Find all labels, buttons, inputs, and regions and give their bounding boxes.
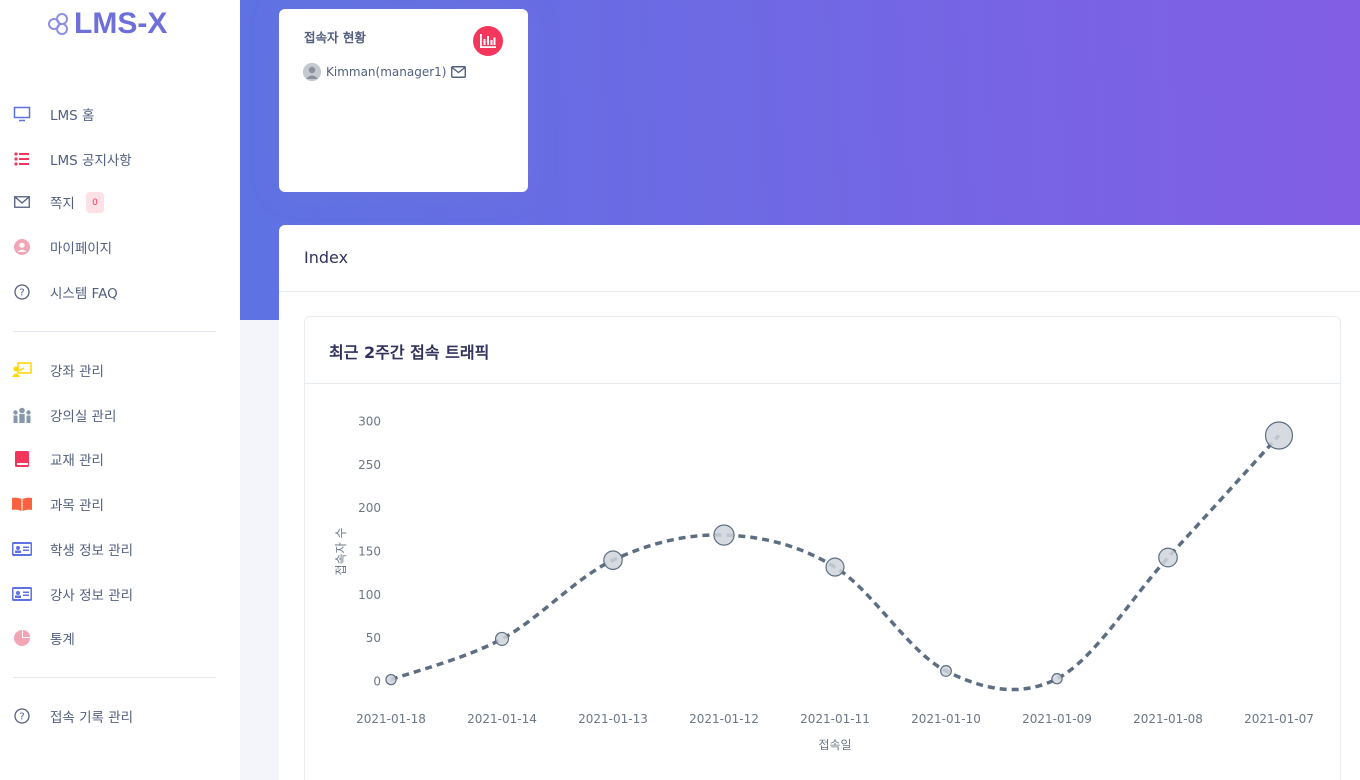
y-tick-label: 200 — [358, 501, 381, 515]
id-card-icon — [12, 584, 32, 604]
x-tick-label: 2021-01-18 — [356, 712, 426, 726]
data-point — [1158, 547, 1178, 568]
sidebar-item-label: 통계 — [50, 632, 75, 648]
x-axis-title: 접속일 — [818, 738, 851, 752]
data-point — [1051, 673, 1063, 685]
x-tick-label: 2021-01-13 — [578, 712, 648, 726]
x-tick-label: 2021-01-10 — [911, 712, 981, 726]
sidebar-item-student-info-management[interactable]: 학생 정보 관리 — [0, 531, 240, 567]
y-tick-label: 300 — [358, 415, 381, 429]
traffic-chart-card: 최근 2주간 접속 트래픽 0 50 100 150 200 250 300 2021-01-… — [304, 316, 1341, 780]
brand-name: LMS-X — [74, 7, 168, 40]
visitor-card-title: 접속자 현황 — [304, 30, 366, 45]
data-point — [603, 550, 623, 570]
visitor-user-row: Kimman(manager1) — [303, 63, 467, 81]
people-group-icon — [12, 405, 32, 425]
chart-card-header: 최근 2주간 접속 트래픽 — [305, 317, 1340, 384]
sidebar-item-label: 교재 관리 — [50, 453, 104, 469]
sidebar-item-subject-management[interactable]: 과목 관리 — [0, 486, 240, 522]
sidebar-item-label: 쪽지 — [50, 196, 75, 212]
question-circle-icon: ? — [12, 706, 32, 726]
sidebar-item-lms-notice[interactable]: LMS 공지사항 — [0, 141, 240, 177]
id-card-icon — [12, 539, 32, 559]
hexagon-logo-icon — [48, 13, 68, 35]
envelope-icon[interactable] — [451, 66, 467, 78]
sidebar-item-course-management[interactable]: 강좌 관리 — [0, 352, 240, 388]
traffic-chart[interactable]: 0 50 100 150 200 250 300 2021-01-18 2021-01-14 20… — [305, 384, 1340, 780]
sidebar-item-classroom-management[interactable]: 강의실 관리 — [0, 397, 240, 433]
visitor-status-card: 접속자 현황 Kimman(manager1) — [279, 9, 528, 192]
book-icon — [12, 449, 32, 469]
data-point — [494, 631, 510, 646]
chart-title: 최근 2주간 접속 트래픽 — [329, 343, 490, 362]
envelope-icon — [12, 192, 32, 212]
sidebar: LMS-X LMS 홈 LMS 공지사항 쪽지 0 마이페이지 ? 시스템 FA… — [0, 0, 240, 780]
x-tick-label: 2021-01-14 — [467, 712, 537, 726]
sidebar-item-label: 시스템 FAQ — [50, 286, 118, 302]
visitor-user-name[interactable]: Kimman(manager1) — [326, 65, 446, 79]
sidebar-item-label: 학생 정보 관리 — [50, 543, 134, 559]
data-point — [713, 524, 735, 546]
svg-text:?: ? — [19, 288, 24, 299]
y-tick-label: 250 — [358, 458, 381, 472]
pie-chart-icon — [12, 628, 32, 648]
question-circle-icon: ? — [12, 282, 32, 302]
y-tick-label: 50 — [366, 631, 381, 645]
sidebar-item-label: 강사 정보 관리 — [50, 588, 134, 604]
sidebar-item-label: 강좌 관리 — [50, 364, 104, 380]
x-tick-label: 2021-01-07 — [1244, 712, 1314, 726]
sidebar-item-label: LMS 공지사항 — [50, 153, 132, 169]
chart-bar-icon — [473, 26, 503, 56]
sidebar-item-lms-home[interactable]: LMS 홈 — [0, 96, 240, 132]
brand-logo[interactable]: LMS-X — [46, 6, 167, 42]
x-tick-label: 2021-01-08 — [1133, 712, 1203, 726]
sidebar-item-messages[interactable]: 쪽지 0 — [0, 184, 240, 220]
avatar — [303, 63, 321, 81]
sidebar-item-faq[interactable]: ? 시스템 FAQ — [0, 274, 240, 310]
x-tick-label: 2021-01-12 — [689, 712, 759, 726]
main-card: Index 최근 2주간 접속 트래픽 0 50 100 150 200 250 300 20… — [279, 225, 1360, 780]
y-axis-title: 접속자 수 — [334, 528, 348, 576]
data-point — [1264, 421, 1294, 450]
y-tick-label: 150 — [358, 545, 381, 559]
x-tick-label: 2021-01-09 — [1022, 712, 1092, 726]
svg-text:?: ? — [19, 712, 24, 723]
y-tick-label: 100 — [358, 588, 381, 602]
monitor-icon — [12, 104, 32, 124]
chalkboard-teacher-icon — [12, 360, 32, 380]
sidebar-item-textbook-management[interactable]: 교재 관리 — [0, 441, 240, 477]
page-title: Index — [304, 248, 349, 267]
data-point — [940, 664, 952, 677]
user-circle-icon — [12, 237, 32, 257]
message-count-badge: 0 — [86, 192, 104, 213]
book-open-icon — [12, 494, 32, 514]
sidebar-item-label: 강의실 관리 — [50, 409, 117, 425]
sidebar-divider — [13, 331, 216, 332]
sidebar-item-access-log-management[interactable]: ? 접속 기록 관리 — [0, 698, 240, 734]
sidebar-item-mypage[interactable]: 마이페이지 — [0, 229, 240, 265]
x-tick-label: 2021-01-11 — [800, 712, 870, 726]
list-icon — [12, 149, 32, 169]
sidebar-item-statistics[interactable]: 통계 — [0, 620, 240, 656]
main-card-header: Index — [279, 225, 1360, 292]
sidebar-item-label: LMS 홈 — [50, 108, 95, 124]
sidebar-item-instructor-info-management[interactable]: 강사 정보 관리 — [0, 576, 240, 612]
sidebar-item-label: 접속 기록 관리 — [50, 710, 134, 726]
sidebar-divider — [13, 677, 216, 678]
y-tick-label: 0 — [373, 674, 381, 688]
sidebar-item-label: 과목 관리 — [50, 498, 104, 514]
sidebar-item-label: 마이페이지 — [50, 241, 113, 257]
data-point — [825, 557, 845, 577]
data-point — [385, 673, 397, 686]
